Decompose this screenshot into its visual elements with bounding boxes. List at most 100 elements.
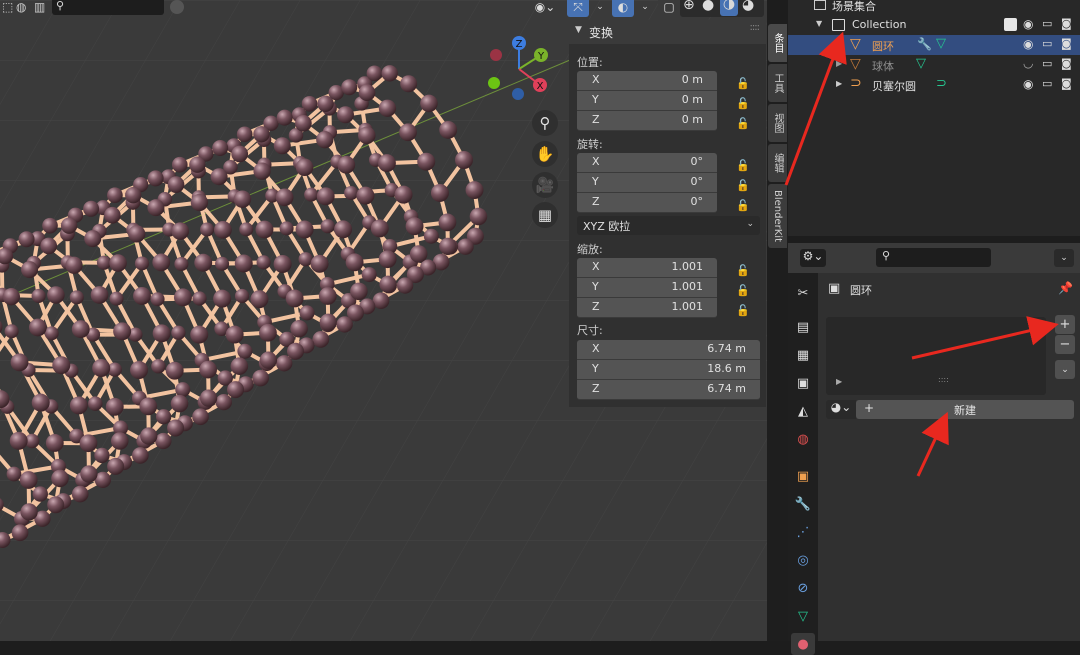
- camera-icon[interactable]: ◙: [1061, 38, 1074, 51]
- rotation-z-field[interactable]: Z0°: [577, 193, 717, 213]
- dimensions-y-field[interactable]: Y18.6 m: [577, 360, 760, 380]
- lock-icon[interactable]: 🔓: [736, 304, 750, 316]
- expand-arrow-icon[interactable]: ▶: [836, 377, 842, 386]
- rendered-shading-icon[interactable]: ◕: [742, 0, 754, 13]
- camera-view-icon[interactable]: 🎥: [532, 172, 558, 198]
- modifier-wrench-icon[interactable]: 🔧: [791, 493, 815, 515]
- particles-icon[interactable]: ⋰: [791, 521, 815, 543]
- chevron-down-icon[interactable]: ⌄: [634, 0, 656, 17]
- neg-x-handle[interactable]: [490, 49, 502, 61]
- lock-icon[interactable]: 🔓: [736, 97, 750, 109]
- collection-row[interactable]: ▼ Collection ◉ ▭ ◙: [788, 15, 1080, 35]
- camera-icon[interactable]: ◙: [1061, 78, 1074, 91]
- eye-icon[interactable]: ◉: [1023, 18, 1036, 31]
- dropdown-icon[interactable]: [170, 0, 184, 14]
- expand-arrow-icon[interactable]: ▼: [816, 19, 822, 28]
- material-icon[interactable]: ●: [791, 633, 815, 655]
- monitor-icon[interactable]: ▭: [1042, 18, 1055, 31]
- eye-icon[interactable]: ◉: [1023, 38, 1036, 51]
- tab-edit[interactable]: 编辑: [768, 144, 787, 182]
- navigation-gizmo[interactable]: Z Y X: [484, 34, 554, 104]
- pin-icon[interactable]: 📌: [1058, 281, 1073, 295]
- constraints-icon[interactable]: ⊘: [791, 577, 815, 599]
- new-material-button[interactable]: + 新建: [856, 400, 1074, 419]
- neg-y-handle[interactable]: [488, 77, 500, 89]
- dimensions-z-field[interactable]: Z6.74 m: [577, 380, 760, 400]
- outliner-item-bezier-circle[interactable]: ▶ ⊃ 贝塞尔圆 ⊃ ◉ ▭ ◙: [788, 75, 1080, 95]
- tool-settings-icon[interactable]: ✂: [791, 282, 815, 304]
- lock-icon[interactable]: 🔓: [736, 199, 750, 211]
- view-layer-icon[interactable]: ▣: [791, 372, 815, 394]
- wrench-modifier-icon[interactable]: 🔧: [917, 37, 932, 51]
- monitor-icon[interactable]: ▭: [1042, 78, 1055, 91]
- xray-icon[interactable]: ▢: [658, 0, 680, 17]
- factory-icon[interactable]: ▥: [34, 0, 45, 14]
- outliner-item-torus[interactable]: ▶ ▽ 圆环 🔧 ▽ ◉ ▭ ◙: [788, 35, 1080, 55]
- expand-arrow-icon[interactable]: ▶: [836, 39, 842, 48]
- object-icon[interactable]: ▣: [791, 465, 815, 487]
- material-shading-icon[interactable]: ◑: [720, 0, 738, 16]
- zoom-icon[interactable]: ⚲: [532, 110, 558, 136]
- outliner-item-sphere[interactable]: ▶ ▽ 球体 ▽ ◡ ▭ ◙: [788, 55, 1080, 75]
- camera-icon[interactable]: ◙: [1061, 58, 1074, 71]
- monitor-icon[interactable]: ▭: [1042, 38, 1055, 51]
- camera-icon[interactable]: ◙: [1061, 18, 1074, 31]
- editor-type-icon[interactable]: ⚙⌄: [800, 249, 826, 267]
- mesh-data-icon[interactable]: ▽: [791, 605, 815, 627]
- mesh-data-icon[interactable]: ▽: [916, 56, 926, 71]
- transform-gizmo-icon[interactable]: ⤧: [567, 0, 589, 17]
- scale-x-field[interactable]: X1.001: [577, 258, 717, 278]
- output-printer-icon[interactable]: ▦: [791, 344, 815, 366]
- scene-collection-row[interactable]: 场景集合: [788, 0, 1080, 15]
- overlay-icon[interactable]: ◐: [612, 0, 634, 17]
- drag-grip-icon[interactable]: ::::: [750, 22, 759, 33]
- tab-blenderkit[interactable]: BlenderKit: [768, 184, 787, 248]
- lock-icon[interactable]: 🔓: [736, 159, 750, 171]
- checkbox-icon[interactable]: [1004, 18, 1017, 31]
- lock-icon[interactable]: 🔓: [736, 264, 750, 276]
- curve-data-icon[interactable]: ⊃: [936, 76, 947, 91]
- location-x-field[interactable]: X0 m: [577, 71, 717, 91]
- location-y-field[interactable]: Y0 m: [577, 91, 717, 111]
- chevron-down-icon[interactable]: ⌄: [589, 0, 611, 17]
- tab-view[interactable]: 视图: [768, 104, 787, 142]
- material-slot-list[interactable]: ▶ ::::: [826, 317, 1046, 395]
- camera-icon[interactable]: ⬚: [2, 0, 13, 14]
- browse-material-icon[interactable]: ◕⌄: [826, 400, 856, 419]
- wireframe-shading-icon[interactable]: ⊕: [683, 0, 695, 13]
- 3d-viewport[interactable]: ⬚ ◍ ▥ ⚲ ◉⌄ ⤧ ⌄ ◐ ⌄ ▢ ⊕ ● ◑ ◕ Z Y X ⚲ ✋ 🎥…: [0, 0, 767, 641]
- monitor-icon[interactable]: ▭: [1042, 58, 1055, 71]
- view-mode-icon[interactable]: ◉⌄: [531, 0, 559, 17]
- eye-closed-icon[interactable]: ◡: [1023, 58, 1036, 71]
- scale-z-field[interactable]: Z1.001: [577, 298, 717, 318]
- add-slot-button[interactable]: +: [1055, 315, 1075, 334]
- expand-arrow-icon[interactable]: ▶: [836, 79, 842, 88]
- lock-icon[interactable]: 🔓: [736, 117, 750, 129]
- expand-arrow-icon[interactable]: ▶: [836, 59, 842, 68]
- rotation-mode-select[interactable]: XYZ 欧拉 ⌄: [577, 216, 760, 235]
- world-icon[interactable]: ◍: [791, 428, 815, 450]
- resize-grip-icon[interactable]: ::::: [938, 375, 949, 384]
- render-icon[interactable]: ▤: [791, 316, 815, 338]
- physics-icon[interactable]: ◎: [791, 549, 815, 571]
- specials-menu-button[interactable]: ⌄: [1055, 360, 1075, 379]
- lock-icon[interactable]: 🔓: [736, 77, 750, 89]
- tab-tool[interactable]: 工具: [768, 64, 787, 102]
- tab-item[interactable]: 条目: [768, 24, 787, 62]
- rotation-x-field[interactable]: X0°: [577, 153, 717, 173]
- rotation-y-field[interactable]: Y0°: [577, 173, 717, 193]
- properties-search-input[interactable]: ⚲: [876, 248, 991, 267]
- viewport-search-field[interactable]: ⚲: [52, 0, 164, 15]
- eye-icon[interactable]: ◉: [1023, 78, 1036, 91]
- transform-header[interactable]: ▼ 变换 ::::: [569, 20, 766, 44]
- lock-icon[interactable]: 🔓: [736, 284, 750, 296]
- remove-slot-button[interactable]: −: [1055, 335, 1075, 354]
- location-z-field[interactable]: Z0 m: [577, 111, 717, 131]
- solid-shading-icon[interactable]: ●: [702, 0, 714, 13]
- scale-y-field[interactable]: Y1.001: [577, 278, 717, 298]
- neg-z-handle[interactable]: [512, 88, 524, 100]
- hand-pan-icon[interactable]: ✋: [532, 141, 558, 167]
- globe-icon[interactable]: ◍: [16, 0, 26, 14]
- lock-icon[interactable]: 🔓: [736, 179, 750, 191]
- mesh-data-icon[interactable]: ▽: [936, 36, 946, 51]
